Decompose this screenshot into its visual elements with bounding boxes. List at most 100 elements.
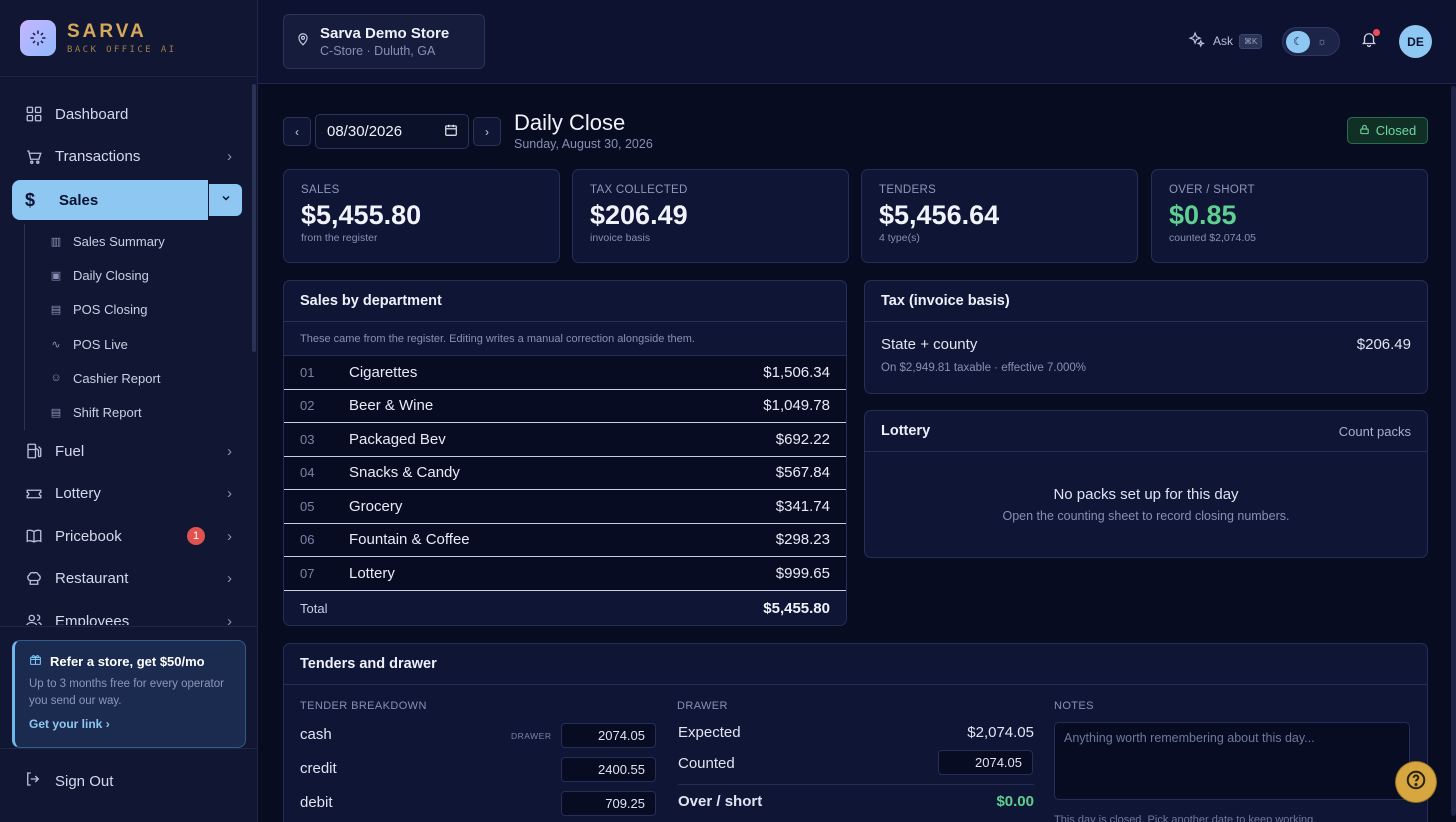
subnav-item-pos-closing[interactable]: ▤ POS Closing [49, 293, 258, 327]
ask-ai-button[interactable]: Ask ⌘K [1188, 31, 1263, 51]
page-header: Daily Close Sunday, August 30, 2026 [514, 110, 653, 151]
main-scrollbar[interactable] [1451, 86, 1456, 816]
subnav-item-cashier-report[interactable]: ☺ Cashier Report [49, 361, 258, 395]
department-name: Lottery [349, 564, 395, 582]
sales-by-department-card: Sales by department These came from the … [283, 280, 847, 626]
subnav-item-daily-closing[interactable]: ▣ Daily Closing [49, 258, 258, 292]
card-title: Lottery [881, 423, 931, 439]
cart-icon [24, 147, 44, 167]
table-row[interactable]: 04 Snacks & Candy $567.84 [284, 456, 846, 490]
sun-icon[interactable]: ☼ [1310, 31, 1334, 53]
drawer-tag: DRAWER [511, 731, 552, 741]
department-amount[interactable]: $1,506.34 [763, 364, 830, 381]
counted-label: Counted [678, 755, 735, 772]
subnav-item-label: POS Closing [73, 302, 148, 318]
table-row[interactable]: 02 Beer & Wine $1,049.78 [284, 389, 846, 423]
prev-day-button[interactable]: ‹ [283, 117, 311, 146]
sidebar-item-employees[interactable]: Employees › [0, 600, 258, 625]
sidebar-nav: Dashboard Transactions › $ Sales ▥ Sales… [0, 93, 258, 625]
table-row[interactable]: 06 Fountain & Coffee $298.23 [284, 523, 846, 557]
table-row[interactable]: 01 Cigarettes $1,506.34 [284, 356, 846, 390]
department-amount[interactable]: $1,049.78 [763, 397, 830, 414]
tender-amount-input[interactable]: 709.25 [561, 791, 656, 816]
counted-input[interactable]: 2074.05 [938, 750, 1033, 775]
sales-collapse-toggle[interactable] [209, 184, 242, 216]
department-name: Snacks & Candy [349, 464, 460, 482]
department-amount[interactable]: $999.65 [776, 565, 830, 582]
tender-amount-input[interactable]: 2074.05 [561, 723, 656, 748]
sidebar-item-fuel[interactable]: Fuel › [0, 430, 258, 473]
stat-card-tenders: TENDERS $5,456.64 4 type(s) [861, 169, 1138, 263]
stat-label: OVER / SHORT [1169, 184, 1255, 196]
stat-sub: 4 type(s) [879, 232, 920, 244]
lottery-card: Lottery Count packs No packs set up for … [864, 410, 1428, 558]
calendar-icon[interactable] [444, 123, 458, 141]
department-total-row: Total $5,455.80 [284, 590, 846, 625]
subnav-item-label: Daily Closing [73, 267, 149, 283]
page-title: Daily Close [514, 110, 626, 135]
tender-breakdown-label: TENDER BREAKDOWN [300, 700, 427, 712]
grid-icon [24, 104, 44, 124]
row-number: 04 [300, 465, 315, 481]
chevron-down-icon [220, 191, 232, 209]
sidebar-item-label: Pricebook [55, 527, 122, 545]
notes-textarea[interactable]: Anything worth remembering about this da… [1054, 722, 1410, 800]
subnav-item-pos-live[interactable]: ∿ POS Live [49, 327, 258, 361]
tender-amount-input[interactable]: 2400.55 [561, 757, 656, 782]
bar-chart-icon: ▥ [50, 235, 62, 248]
sidebar-item-sales-link[interactable]: $ Sales [12, 180, 208, 220]
ask-label: Ask [1213, 34, 1234, 48]
users-icon [24, 611, 44, 625]
drawer-over-short: Over / short $0.00 [678, 793, 1034, 810]
sidebar-item-lottery[interactable]: Lottery › [0, 472, 258, 515]
department-name: Packaged Bev [349, 430, 446, 448]
date-input[interactable]: 08/30/2026 [315, 114, 469, 149]
stat-label: SALES [301, 184, 340, 196]
department-amount[interactable]: $298.23 [776, 531, 830, 548]
store-name: Sarva Demo Store [320, 25, 450, 42]
activity-icon: ∿ [51, 338, 61, 351]
sidebar-scrollbar[interactable] [252, 84, 256, 352]
subnav-item-shift-report[interactable]: ▤ Shift Report [49, 395, 258, 429]
referral-description: Up to 3 months free for every operator y… [29, 678, 224, 707]
count-packs-button[interactable]: Count packs [1339, 424, 1411, 439]
department-amount[interactable]: $341.74 [776, 498, 830, 515]
avatar[interactable]: DE [1399, 25, 1432, 58]
sidebar-item-transactions[interactable]: Transactions › [0, 136, 258, 179]
sign-out-button[interactable]: Sign Out [24, 762, 113, 800]
table-row[interactable]: 07 Lottery $999.65 [284, 557, 846, 591]
next-day-button[interactable]: › [473, 117, 501, 146]
referral-link[interactable]: Get your link › [29, 717, 231, 731]
empty-subtitle: Open the counting sheet to record closin… [1002, 509, 1290, 523]
tax-line-value: $206.49 [1356, 336, 1411, 353]
department-amount[interactable]: $567.84 [776, 464, 830, 481]
theme-toggle[interactable]: ☾ ☼ [1282, 27, 1340, 56]
subnav-item-label: Shift Report [73, 405, 142, 421]
department-amount[interactable]: $692.22 [776, 431, 830, 448]
sidebar-item-pricebook[interactable]: Pricebook 1 › [0, 515, 258, 558]
store-selector[interactable]: Sarva Demo Store C-Store · Duluth, GA [283, 14, 485, 69]
help-button[interactable] [1396, 762, 1436, 802]
sidebar: SARVA BACK OFFICE AI Dashboard Transacti… [0, 0, 258, 822]
table-row[interactable]: 03 Packaged Bev $692.22 [284, 423, 846, 457]
total-value: $5,455.80 [763, 600, 830, 617]
row-number: 05 [300, 498, 315, 514]
brand-name: SARVA [67, 21, 147, 42]
row-number: 01 [300, 364, 315, 380]
sidebar-item-restaurant[interactable]: Restaurant › [0, 557, 258, 600]
chevron-right-icon: › [485, 124, 489, 139]
clipboard-icon: ▣ [50, 269, 62, 282]
sidebar-item-dashboard[interactable]: Dashboard [0, 93, 258, 136]
stat-sub: from the register [301, 232, 378, 244]
tender-row-cash: cash [300, 726, 332, 743]
lottery-empty-state: No packs set up for this day Open the co… [865, 452, 1427, 523]
dollar-icon: $ [25, 189, 36, 210]
subnav-item-sales-summary[interactable]: ▥ Sales Summary [49, 224, 258, 258]
brand[interactable]: SARVA BACK OFFICE AI [0, 0, 257, 77]
drawer-label: DRAWER [677, 700, 728, 712]
sidebar-item-label: Lottery [55, 485, 101, 503]
table-row[interactable]: 05 Grocery $341.74 [284, 490, 846, 524]
moon-icon[interactable]: ☾ [1286, 30, 1310, 53]
card-title: Tax (invoice basis) [881, 293, 1010, 309]
chevron-right-icon: › [105, 717, 110, 731]
